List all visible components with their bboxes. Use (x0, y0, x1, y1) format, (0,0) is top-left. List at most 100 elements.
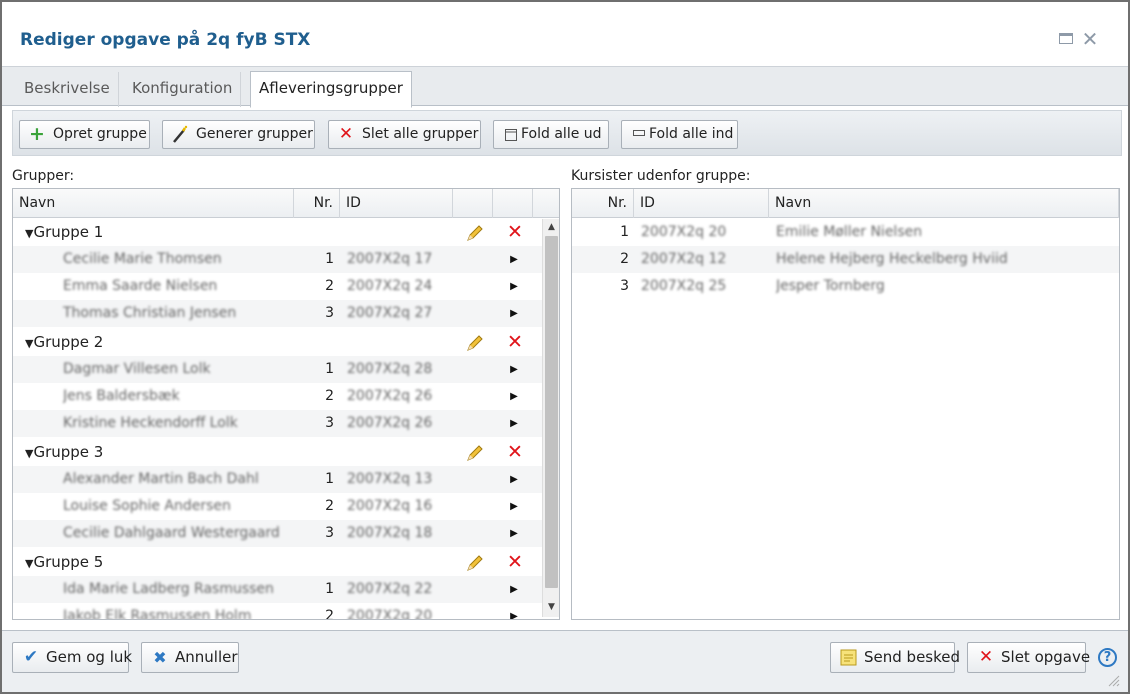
edit-assignment-dialog: Rediger opgave på 2q fyB STX ✕ Beskrivel… (0, 0, 1130, 694)
group-row[interactable]: ▼Gruppe 5 ✕ (13, 549, 542, 576)
member-row[interactable]: Louise Sophie Andersen 2 2007X2q 16 ▶ (13, 493, 542, 520)
column-header-name[interactable]: Navn (13, 189, 294, 218)
member-nr: 1 (325, 581, 334, 597)
collapse-all-button[interactable]: Fold alle ind (621, 120, 738, 149)
move-arrow-icon[interactable]: ▶ (507, 466, 521, 493)
member-id: 2007X2q 13 (347, 471, 433, 487)
save-close-button[interactable]: ✔ Gem og luk (12, 642, 132, 673)
move-arrow-icon[interactable]: ▶ (507, 410, 521, 437)
member-nr: 1 (325, 361, 334, 377)
member-id: 2007X2q 18 (347, 525, 433, 541)
tab-beskrivelse[interactable]: Beskrivelse (16, 72, 119, 107)
collapse-icon (630, 121, 648, 148)
member-row[interactable]: Alexander Martin Bach Dahl 1 2007X2q 13 … (13, 466, 542, 493)
member-row[interactable]: Ida Marie Ladberg Rasmussen 1 2007X2q 22… (13, 576, 542, 603)
move-arrow-icon[interactable]: ▶ (507, 273, 521, 300)
column-header-nr[interactable]: Nr. (294, 189, 340, 218)
edit-pencil-icon[interactable] (465, 333, 485, 353)
member-id: 2007X2q 22 (347, 581, 433, 597)
checkmark-icon: ✔ (23, 647, 39, 667)
group-name: Gruppe 3 (33, 443, 104, 461)
member-row[interactable]: Kristine Heckendorff Lolk 3 2007X2q 26 ▶ (13, 410, 542, 437)
message-note-icon (839, 643, 859, 672)
member-row[interactable]: Emma Saarde Nielsen 2 2007X2q 24 ▶ (13, 273, 542, 300)
cancel-button[interactable]: ✖ Annuller (141, 642, 239, 673)
move-arrow-icon[interactable]: ▶ (507, 603, 521, 619)
create-group-button[interactable]: + Opret gruppe (19, 120, 150, 149)
groups-label: Grupper: (12, 168, 75, 184)
student-row[interactable]: 1 2007X2q 20 Emilie Møller Nielsen (572, 219, 1119, 246)
member-nr: 1 (325, 251, 334, 267)
outside-table-header: Nr. ID Navn (572, 189, 1119, 218)
vertical-scrollbar[interactable]: ▲ ▼ (542, 219, 559, 617)
edit-pencil-icon[interactable] (465, 553, 485, 573)
delete-group-icon[interactable]: ✕ (505, 441, 525, 463)
column-header-edit (453, 189, 493, 218)
close-icon[interactable]: ✕ (1081, 29, 1099, 49)
delete-group-icon[interactable]: ✕ (505, 551, 525, 573)
move-arrow-icon[interactable]: ▶ (507, 300, 521, 327)
cancel-icon: ✖ (153, 648, 167, 667)
maximize-icon[interactable] (1058, 30, 1076, 48)
delete-group-icon[interactable]: ✕ (505, 331, 525, 353)
group-name: Gruppe 5 (33, 553, 104, 571)
member-name: Jakob Elk Rasmussen Holm (63, 608, 252, 620)
student-nr: 1 (620, 224, 629, 240)
member-row[interactable]: Cecilie Marie Thomsen 1 2007X2q 17 ▶ (13, 246, 542, 273)
column-header-id[interactable]: ID (634, 189, 769, 218)
member-nr: 2 (325, 278, 334, 294)
member-id: 2007X2q 26 (347, 415, 433, 431)
scroll-up-icon[interactable]: ▲ (543, 219, 559, 236)
student-nr: 2 (620, 251, 629, 267)
dialog-title: Rediger opgave på 2q fyB STX (20, 30, 311, 50)
group-row[interactable]: ▼Gruppe 3 ✕ (13, 439, 542, 466)
group-row[interactable]: ▼Gruppe 1 ✕ (13, 219, 542, 246)
move-arrow-icon[interactable]: ▶ (507, 356, 521, 383)
column-header-nr[interactable]: Nr. (572, 189, 634, 218)
edit-pencil-icon[interactable] (465, 223, 485, 243)
member-row[interactable]: Cecilie Dahlgaard Westergaard 3 2007X2q … (13, 520, 542, 547)
student-name: Jesper Tornberg (776, 278, 885, 294)
help-icon[interactable]: ? (1098, 648, 1117, 667)
expand-all-button[interactable]: Fold alle ud (493, 120, 609, 149)
resize-grip-icon[interactable] (1106, 673, 1122, 689)
delete-assignment-button[interactable]: ✕ Slet opgave (967, 642, 1090, 673)
move-arrow-icon[interactable]: ▶ (507, 493, 521, 520)
move-arrow-icon[interactable]: ▶ (507, 520, 521, 547)
group-row[interactable]: ▼Gruppe 2 ✕ (13, 329, 542, 356)
member-row[interactable]: Jakob Elk Rasmussen Holm 2 2007X2q 20 ▶ (13, 603, 542, 620)
student-row[interactable]: 2 2007X2q 12 Helene Hejberg Heckelberg H… (572, 246, 1119, 273)
member-id: 2007X2q 28 (347, 361, 433, 377)
send-message-button[interactable]: Send besked (830, 642, 960, 673)
member-nr: 3 (325, 415, 334, 431)
magic-wand-icon (171, 121, 189, 148)
member-name: Kristine Heckendorff Lolk (63, 415, 238, 431)
delete-all-groups-button[interactable]: ✕ Slet alle grupper (328, 120, 481, 149)
member-nr: 2 (325, 608, 334, 620)
move-arrow-icon[interactable]: ▶ (507, 576, 521, 603)
member-row[interactable]: Dagmar Villesen Lolk 1 2007X2q 28 ▶ (13, 356, 542, 383)
member-row[interactable]: Thomas Christian Jensen 3 2007X2q 27 ▶ (13, 300, 542, 327)
delete-icon: ✕ (978, 647, 994, 667)
student-row[interactable]: 3 2007X2q 25 Jesper Tornberg (572, 273, 1119, 300)
group-name: Gruppe 2 (33, 333, 104, 351)
move-arrow-icon[interactable]: ▶ (507, 383, 521, 410)
tab-afleveringsgrupper[interactable]: Afleveringsgrupper (250, 71, 412, 108)
column-header-id[interactable]: ID (340, 189, 453, 218)
move-arrow-icon[interactable]: ▶ (507, 246, 521, 273)
scroll-down-icon[interactable]: ▼ (543, 599, 559, 616)
column-header-name[interactable]: Navn (769, 189, 1119, 218)
delete-group-icon[interactable]: ✕ (505, 221, 525, 243)
generate-groups-button[interactable]: Generer grupper (162, 120, 315, 149)
member-name: Jens Baldersbæk (63, 388, 180, 404)
tab-konfiguration[interactable]: Konfiguration (124, 72, 242, 107)
member-nr: 3 (325, 525, 334, 541)
student-id: 2007X2q 25 (641, 278, 727, 294)
scrollbar-thumb[interactable] (545, 236, 558, 588)
member-id: 2007X2q 26 (347, 388, 433, 404)
edit-pencil-icon[interactable] (465, 443, 485, 463)
member-id: 2007X2q 20 (347, 608, 433, 620)
member-row[interactable]: Jens Baldersbæk 2 2007X2q 26 ▶ (13, 383, 542, 410)
outside-students-label: Kursister udenfor gruppe: (571, 168, 751, 184)
member-name: Alexander Martin Bach Dahl (63, 471, 259, 487)
